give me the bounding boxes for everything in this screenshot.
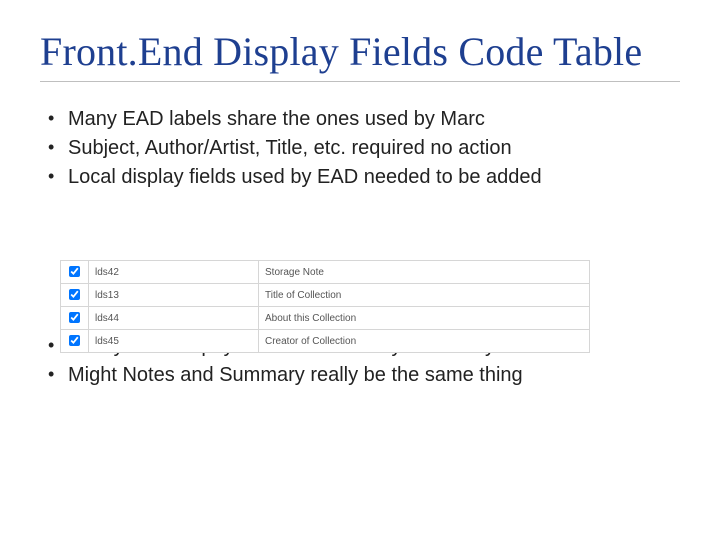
- bullet-list-top: Many EAD labels share the ones used by M…: [40, 106, 680, 191]
- slide-title: Front.End Display Fields Code Table: [40, 28, 680, 75]
- row-label: Storage Note: [259, 261, 590, 284]
- code-table-screenshot: lds42 Storage Note lds13 Title of Collec…: [60, 260, 590, 342]
- row-checkbox[interactable]: [69, 312, 80, 323]
- bullet-item: Subject, Author/Artist, Title, etc. requ…: [40, 135, 680, 162]
- row-label: Title of Collection: [259, 284, 590, 307]
- title-underline: [40, 81, 680, 82]
- table-row: lds13 Title of Collection: [61, 284, 590, 307]
- row-checkbox[interactable]: [69, 335, 80, 346]
- bullet-item: Might Notes and Summary really be the sa…: [40, 362, 680, 389]
- slide: Front.End Display Fields Code Table Many…: [0, 0, 720, 540]
- row-label: Creator of Collection: [259, 330, 590, 353]
- row-code: lds45: [89, 330, 259, 353]
- table-row: lds45 Creator of Collection: [61, 330, 590, 353]
- table-row: lds42 Storage Note: [61, 261, 590, 284]
- row-checkbox[interactable]: [69, 289, 80, 300]
- row-code: lds42: [89, 261, 259, 284]
- row-code: lds44: [89, 307, 259, 330]
- bullet-item: Many EAD labels share the ones used by M…: [40, 106, 680, 133]
- row-checkbox[interactable]: [69, 266, 80, 277]
- table-row: lds44 About this Collection: [61, 307, 590, 330]
- row-label: About this Collection: [259, 307, 590, 330]
- code-table: lds42 Storage Note lds13 Title of Collec…: [60, 260, 590, 353]
- bullet-item: Local display fields used by EAD needed …: [40, 164, 680, 191]
- row-code: lds13: [89, 284, 259, 307]
